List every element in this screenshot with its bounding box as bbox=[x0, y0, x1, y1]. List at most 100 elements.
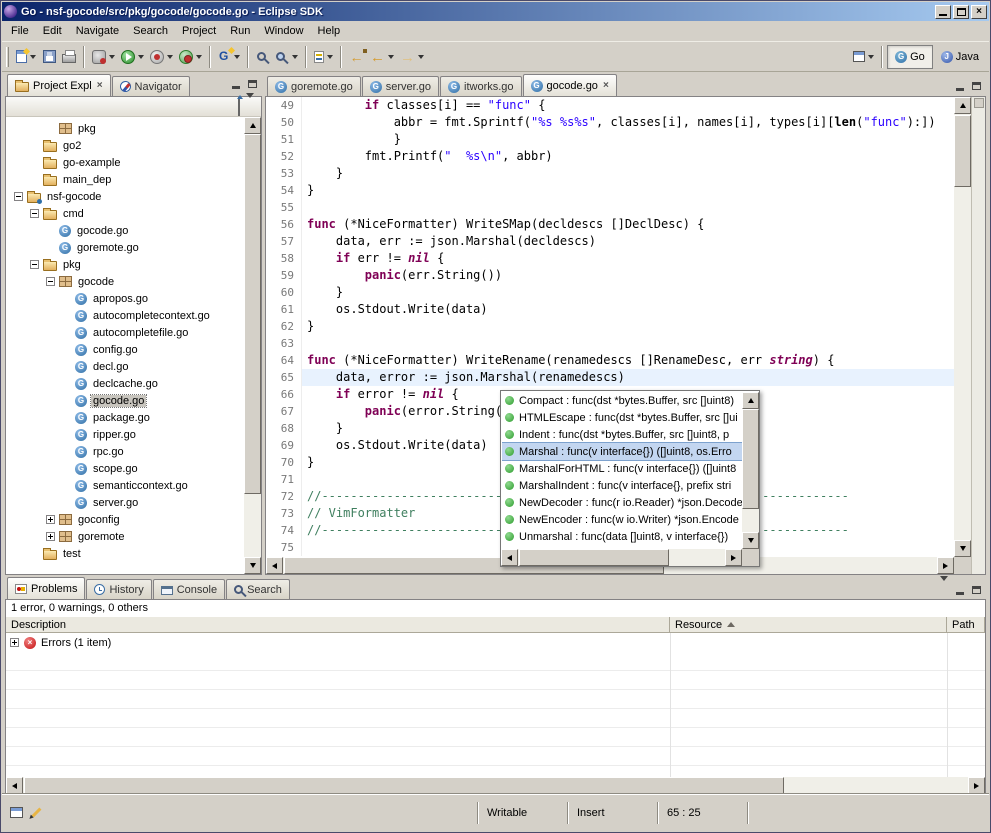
tree-item-go2[interactable]: go2 bbox=[6, 137, 244, 154]
tree-item-declcache.go[interactable]: Gdeclcache.go bbox=[6, 375, 244, 392]
close-view-icon[interactable]: × bbox=[97, 81, 103, 91]
overview-ruler-header[interactable] bbox=[974, 98, 984, 108]
minimize-problems-button[interactable] bbox=[953, 584, 967, 596]
editor-tab-server.go[interactable]: Gserver.go bbox=[362, 76, 439, 96]
maximize-view-button[interactable] bbox=[245, 78, 259, 90]
menu-edit[interactable]: Edit bbox=[36, 23, 69, 39]
coverage-button[interactable] bbox=[176, 45, 205, 69]
problems-view-menu-button[interactable] bbox=[940, 581, 951, 599]
dropdown-arrow-icon[interactable] bbox=[30, 55, 36, 59]
fast-view-button[interactable] bbox=[7, 804, 25, 822]
completion-item[interactable]: Marshal : func(v interface{}) ([]uint8, … bbox=[502, 443, 742, 460]
code-line-61[interactable]: 61 os.Stdout.Write(data) bbox=[266, 301, 954, 318]
code-line-54[interactable]: 54} bbox=[266, 182, 954, 199]
toolbar-drag-handle[interactable] bbox=[6, 47, 9, 67]
completion-item[interactable]: NewDecoder : func(r io.Reader) *json.Dec… bbox=[502, 494, 742, 511]
maximize-problems-button[interactable] bbox=[969, 584, 983, 596]
close-window-button[interactable]: × bbox=[971, 5, 987, 19]
code-line-60[interactable]: 60 } bbox=[266, 284, 954, 301]
scroll-right-button[interactable] bbox=[968, 777, 985, 794]
tree-item-nsf-gocode[interactable]: nsf-gocode bbox=[6, 188, 244, 205]
dropdown-arrow-icon[interactable] bbox=[327, 55, 333, 59]
minimize-window-button[interactable] bbox=[935, 5, 951, 19]
tab-search[interactable]: Search bbox=[226, 579, 290, 599]
scroll-left-button[interactable] bbox=[6, 777, 23, 794]
editor-tab-gocode.go[interactable]: Ggocode.go× bbox=[523, 74, 617, 96]
code-line-53[interactable]: 53 } bbox=[266, 165, 954, 182]
collapse-icon[interactable] bbox=[46, 277, 55, 286]
tree-item-autocompletefile.go[interactable]: Gautocompletefile.go bbox=[6, 324, 244, 341]
perspective-java-button[interactable]: J Java bbox=[933, 45, 987, 69]
editor-vertical-scrollbar[interactable] bbox=[954, 97, 971, 557]
tree-item-test[interactable]: test bbox=[6, 545, 244, 562]
run-button[interactable] bbox=[118, 45, 147, 69]
collapse-icon[interactable] bbox=[14, 192, 23, 201]
maximize-window-button[interactable] bbox=[953, 5, 969, 19]
tab-project-explorer[interactable]: Project Expl × bbox=[7, 74, 111, 96]
completion-item[interactable]: Compact : func(dst *bytes.Buffer, src []… bbox=[502, 392, 742, 409]
tab-navigator[interactable]: Navigator bbox=[112, 76, 190, 96]
scrollbar-thumb[interactable] bbox=[244, 134, 261, 494]
code-line-59[interactable]: 59 panic(err.String()) bbox=[266, 267, 954, 284]
title-bar[interactable]: Go - nsf-gocode/src/pkg/gocode/gocode.go… bbox=[2, 2, 989, 21]
tree-item-rpc.go[interactable]: Grpc.go bbox=[6, 443, 244, 460]
minimize-view-button[interactable] bbox=[229, 78, 243, 90]
dropdown-arrow-icon[interactable] bbox=[234, 55, 240, 59]
last-edit-location-button[interactable] bbox=[346, 45, 367, 69]
view-menu-button[interactable] bbox=[246, 98, 257, 116]
column-header-path[interactable]: Path bbox=[947, 617, 985, 632]
expand-icon[interactable] bbox=[10, 638, 19, 647]
completion-item[interactable]: MarshalIndent : func(v interface{}, pref… bbox=[502, 477, 742, 494]
scrollbar-thumb[interactable] bbox=[742, 409, 759, 509]
tree-item-package.go[interactable]: Gpackage.go bbox=[6, 409, 244, 426]
tree-item-scope.go[interactable]: Gscope.go bbox=[6, 460, 244, 477]
expand-icon[interactable] bbox=[46, 515, 55, 524]
code-line-49[interactable]: 49 if classes[i] == "func" { bbox=[266, 97, 954, 114]
menu-window[interactable]: Window bbox=[257, 23, 310, 39]
tree-item-gocode.go[interactable]: Ggocode.go bbox=[6, 392, 244, 409]
dropdown-arrow-icon[interactable] bbox=[109, 55, 115, 59]
popup-horizontal-scrollbar[interactable] bbox=[501, 549, 742, 566]
completion-item[interactable]: MarshalForHTML : func(v interface{}) ([]… bbox=[502, 460, 742, 477]
menu-search[interactable]: Search bbox=[126, 23, 175, 39]
scrollbar-thumb[interactable] bbox=[519, 549, 669, 566]
print-button[interactable] bbox=[59, 45, 79, 69]
scroll-right-button[interactable] bbox=[937, 557, 954, 574]
profile-button[interactable] bbox=[147, 45, 176, 69]
tab-problems[interactable]: Problems bbox=[7, 577, 85, 599]
menu-project[interactable]: Project bbox=[175, 23, 223, 39]
scroll-up-button[interactable] bbox=[244, 117, 261, 134]
tree-item-gocode[interactable]: gocode bbox=[6, 273, 244, 290]
editor-tab-itworks.go[interactable]: Gitworks.go bbox=[440, 76, 522, 96]
problems-row-errors[interactable]: ×Errors (1 item) bbox=[6, 633, 985, 652]
tab-console[interactable]: Console bbox=[153, 579, 225, 599]
tree-item-main_dep[interactable]: main_dep bbox=[6, 171, 244, 188]
next-annotation-button[interactable] bbox=[311, 45, 336, 69]
tree-item-apropos.go[interactable]: Gapropos.go bbox=[6, 290, 244, 307]
tree-item-decl.go[interactable]: Gdecl.go bbox=[6, 358, 244, 375]
code-line-52[interactable]: 52 fmt.Printf(" %s\n", abbr) bbox=[266, 148, 954, 165]
minimize-editor-button[interactable] bbox=[953, 80, 967, 92]
code-line-57[interactable]: 57 data, err := json.Marshal(decldescs) bbox=[266, 233, 954, 250]
code-line-64[interactable]: 64func (*NiceFormatter) WriteRename(rena… bbox=[266, 352, 954, 369]
tree-item-autocompletecontext.go[interactable]: Gautocompletecontext.go bbox=[6, 307, 244, 324]
column-header-description[interactable]: Description bbox=[6, 617, 670, 632]
code-line-58[interactable]: 58 if err != nil { bbox=[266, 250, 954, 267]
open-perspective-button[interactable] bbox=[850, 45, 877, 69]
new-go-element-button[interactable] bbox=[215, 45, 243, 69]
scroll-left-button[interactable] bbox=[266, 557, 283, 574]
menu-run[interactable]: Run bbox=[223, 23, 257, 39]
code-line-65[interactable]: 65 data, error := json.Marshal(renamedes… bbox=[266, 369, 954, 386]
code-line-63[interactable]: 63 bbox=[266, 335, 954, 352]
new-wizard-button[interactable] bbox=[13, 45, 39, 69]
dropdown-arrow-icon[interactable] bbox=[292, 55, 298, 59]
search-button[interactable] bbox=[273, 45, 301, 69]
forward-button[interactable] bbox=[397, 45, 427, 69]
tree-item-ripper.go[interactable]: Gripper.go bbox=[6, 426, 244, 443]
column-header-resource[interactable]: Resource bbox=[670, 617, 947, 632]
code-line-50[interactable]: 50 abbr = fmt.Sprintf("%s %s%s", classes… bbox=[266, 114, 954, 131]
scroll-up-button[interactable] bbox=[954, 97, 971, 114]
dropdown-arrow-icon[interactable] bbox=[418, 55, 424, 59]
collapse-all-button[interactable] bbox=[238, 98, 240, 116]
completion-item[interactable]: Unmarshal : func(data []uint8, v interfa… bbox=[502, 528, 742, 545]
